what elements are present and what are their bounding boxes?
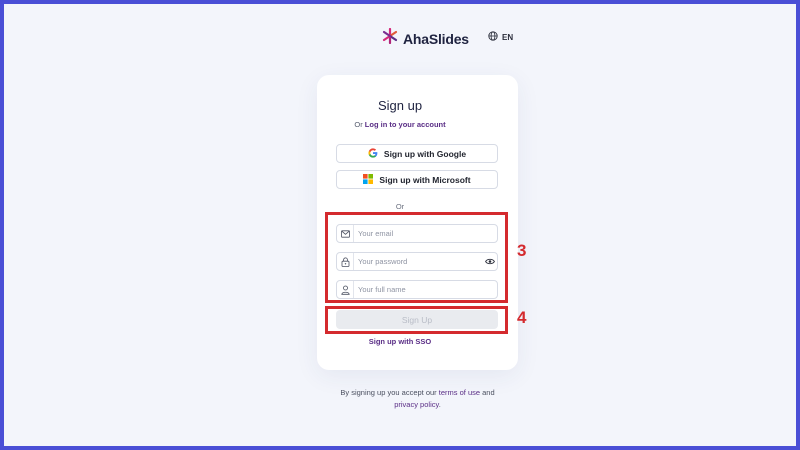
- microsoft-button-label: Sign up with Microsoft: [379, 174, 471, 185]
- ahaslides-logo[interactable]: AhaSlides: [382, 27, 469, 49]
- microsoft-icon: [363, 173, 374, 186]
- login-link[interactable]: Log in to your account: [365, 120, 446, 129]
- terms-notice: By signing up you accept our terms of us…: [317, 387, 518, 411]
- login-prompt-prefix: Or: [354, 120, 363, 129]
- language-selector[interactable]: EN: [488, 31, 513, 43]
- logo-text: AhaSlides: [403, 30, 469, 47]
- screenshot-frame: AhaSlides EN Sign up Or Log in to your a…: [0, 0, 800, 450]
- google-signup-button[interactable]: Sign up with Google: [336, 144, 498, 163]
- fields-highlight-box: [325, 212, 508, 303]
- page-title: Sign up: [377, 98, 423, 113]
- sso-signup-link[interactable]: Sign up with SSO: [4, 337, 796, 346]
- globe-icon: [488, 31, 498, 43]
- terms-prefix: By signing up you accept our: [340, 388, 437, 397]
- privacy-policy-link[interactable]: privacy policy: [394, 400, 438, 409]
- terms-of-use-link[interactable]: terms of use: [439, 388, 480, 397]
- terms-and: and: [482, 388, 495, 397]
- google-icon: [368, 147, 378, 160]
- highlight-number-4: 4: [517, 308, 527, 327]
- microsoft-signup-button[interactable]: Sign up with Microsoft: [336, 170, 498, 189]
- or-divider: Or: [395, 202, 405, 211]
- login-prompt: Or Log in to your account: [4, 120, 796, 129]
- terms-suffix: .: [438, 400, 441, 409]
- language-label: EN: [502, 32, 514, 42]
- google-button-label: Sign up with Google: [383, 148, 467, 159]
- button-highlight-box: [325, 306, 508, 334]
- ahaslides-logo-icon: [382, 27, 398, 49]
- highlight-number-3: 3: [517, 241, 527, 260]
